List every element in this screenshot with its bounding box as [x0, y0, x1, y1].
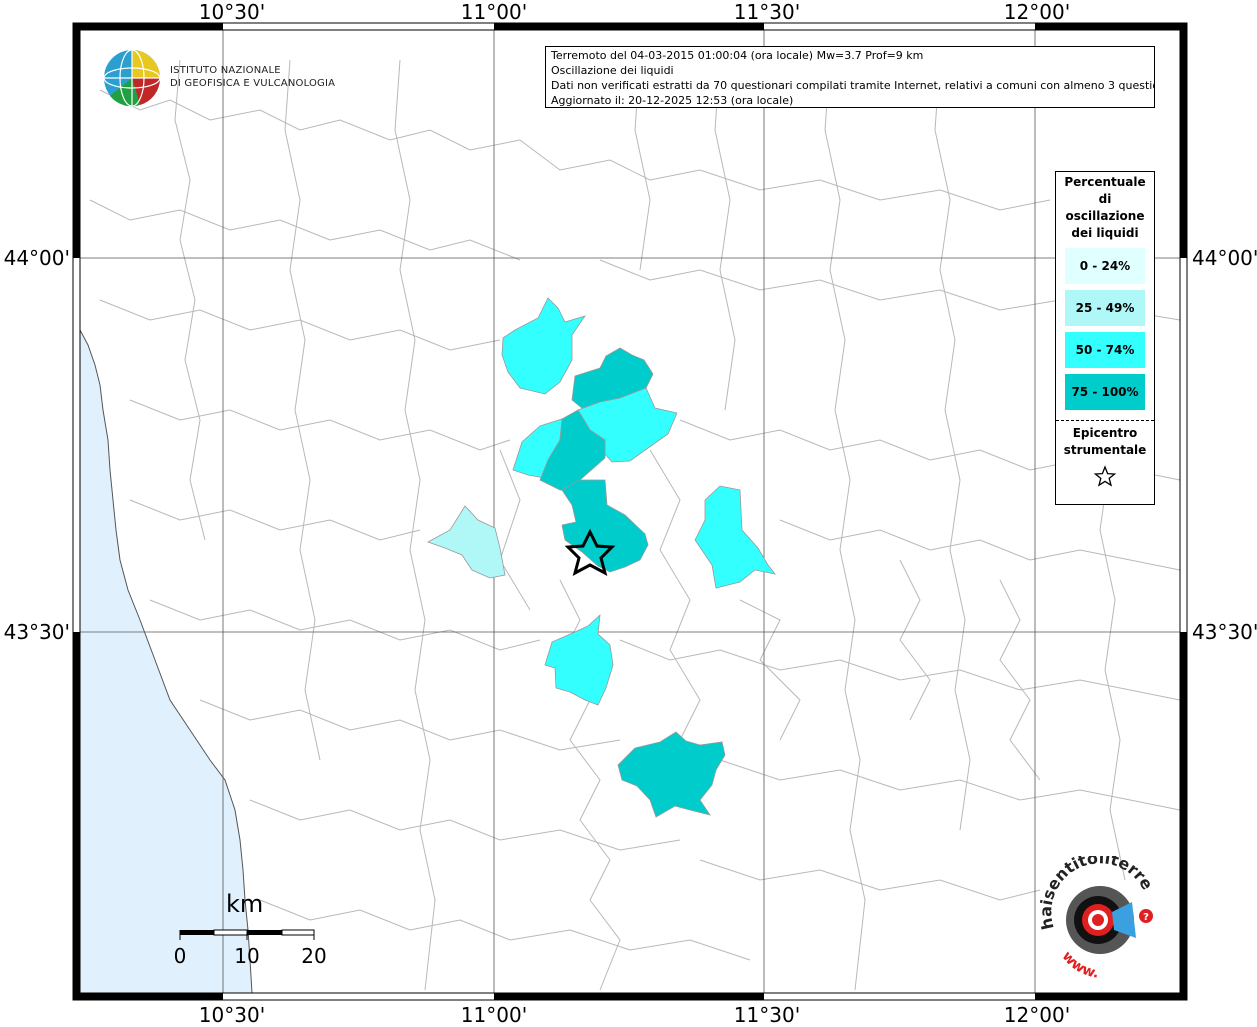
coord-bottom-1130: 11°30': [733, 1003, 801, 1027]
coord-right-4400: 44°00': [1192, 246, 1257, 270]
ingv-logo-text: ISTITUTO NAZIONALE DI GEOFISICA E VULCAN…: [170, 64, 335, 90]
info-subject: Oscillazione dei liquidi: [551, 64, 674, 77]
info-updated: Aggiornato il: 20-12-2025 12:53 (ora loc…: [551, 94, 794, 107]
legend-title: Percentuale di oscillazione dei liquidi: [1064, 175, 1146, 240]
ingv-logo-icon: [103, 49, 161, 107]
info-disclaimer: Dati non verificati estratti da 70 quest…: [551, 79, 1155, 92]
scale-label-10: 10: [234, 944, 260, 968]
coord-top-1200: 12°00': [1003, 0, 1071, 24]
coord-left-4330: 43°30': [3, 620, 70, 644]
scale-unit: km: [226, 890, 264, 918]
legend-item-label: 50 - 74%: [1075, 343, 1135, 357]
coord-top-1100: 11°00': [460, 0, 528, 24]
coord-bottom-1200: 12°00': [1003, 1003, 1071, 1027]
ingv-logo-line1: ISTITUTO NAZIONALE: [170, 65, 281, 76]
legend-item-50-74: 50 - 74%: [1065, 332, 1145, 368]
info-event: Terremoto del 04-03-2015 01:00:04 (ora l…: [551, 49, 924, 62]
coord-left-4400: 44°00': [3, 246, 70, 270]
haisentito-badge-icon: ? haisentitoilterremoto.it www.: [1036, 856, 1157, 982]
legend: Percentuale di oscillazione dei liquidi …: [1055, 171, 1155, 505]
legend-item-75-100: 75 - 100%: [1065, 374, 1145, 410]
svg-text:?: ?: [1143, 912, 1149, 923]
legend-item-25-49: 25 - 49%: [1065, 290, 1145, 326]
ingv-logo-line2: DI GEOFISICA E VULCANOLOGIA: [170, 78, 336, 89]
coord-top-1130: 11°30': [733, 0, 801, 24]
legend-item-label: 75 - 100%: [1071, 385, 1139, 399]
coord-top-1030: 10°30': [198, 0, 266, 24]
legend-item-label: 25 - 49%: [1075, 301, 1135, 315]
coord-bottom-1100: 11°00': [460, 1003, 528, 1027]
legend-item-0-24: 0 - 24%: [1065, 248, 1145, 284]
legend-epicenter-label: Epicentro strumentale: [1063, 426, 1147, 457]
scale-label-20: 20: [301, 944, 327, 968]
legend-item-label: 0 - 24%: [1079, 259, 1131, 273]
legend-separator: [1056, 420, 1154, 421]
coord-bottom-1030: 10°30': [198, 1003, 266, 1027]
scale-label-0: 0: [173, 944, 187, 968]
legend-star-icon: [1093, 465, 1117, 487]
info-box: Terremoto del 04-03-2015 01:00:04 (ora l…: [545, 46, 1155, 108]
coord-right-4330: 43°30': [1192, 620, 1257, 644]
